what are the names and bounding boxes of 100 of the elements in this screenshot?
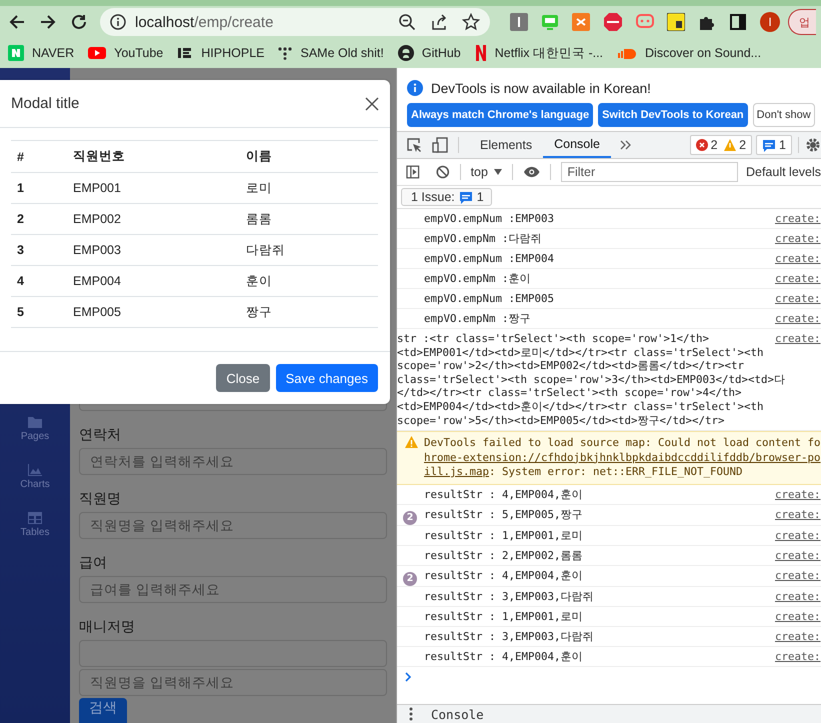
chat-bubble-icon xyxy=(636,13,654,31)
log-message: empVO.empNum :EMP004 xyxy=(424,252,554,265)
address-bar[interactable]: localhost/emp/create xyxy=(100,8,490,36)
source-link[interactable]: create: xyxy=(775,646,821,666)
log-message: resultStr : 4,EMP004,훈이 xyxy=(424,568,583,582)
source-link[interactable]: create: xyxy=(775,309,821,328)
drawer-tab[interactable]: Console xyxy=(431,706,484,722)
bookmark[interactable]: Discover on Sound... xyxy=(617,46,762,60)
table-cell: EMP001 xyxy=(67,172,240,204)
source-link[interactable]: create: xyxy=(775,606,821,626)
bookmark[interactable]: Netflix 대한민국 -... xyxy=(474,44,604,62)
panel-tab[interactable]: Console xyxy=(543,132,611,158)
filter-field[interactable]: Filter xyxy=(561,162,738,182)
profile-avatar[interactable]: I xyxy=(760,12,780,32)
context-selector[interactable]: top xyxy=(470,165,502,179)
levels-dropdown[interactable]: Default levels xyxy=(746,165,821,179)
dots-icon xyxy=(278,46,292,60)
table-cell: 4 xyxy=(11,266,67,296)
monitor-icon xyxy=(541,13,559,31)
share-icon xyxy=(430,13,448,31)
input-field[interactable]: 급여를 입력해주세요 xyxy=(79,576,387,603)
search-button[interactable]: 검색 xyxy=(79,698,127,723)
folder-icon xyxy=(28,416,42,428)
source-link[interactable]: create: xyxy=(775,289,821,308)
log-message: empVO.empNm :훈이 xyxy=(424,272,531,285)
table-cell: 롬롬 xyxy=(240,204,378,234)
prompt-icon xyxy=(405,672,413,682)
column-header: 이름 xyxy=(240,140,378,172)
source-link[interactable]: create: xyxy=(775,586,821,606)
issues-button[interactable]: 1 Issue: 1 xyxy=(401,188,492,206)
source-link[interactable]: create: xyxy=(775,249,821,268)
play-icon xyxy=(88,46,106,60)
inspect-icon[interactable] xyxy=(406,137,422,153)
more-tabs-icon xyxy=(618,139,633,151)
log-message: resultStr : 2,EMP002,롬롬 xyxy=(424,548,583,562)
source-link[interactable]: create: xyxy=(775,566,821,585)
table-cell: EMP002 xyxy=(67,204,240,234)
source-link[interactable]: create: xyxy=(775,269,821,288)
source-map-link[interactable]: ill.js.map xyxy=(424,465,490,478)
log-line: </td></tr><tr class='trSelect'><th scope='row'>4</th> xyxy=(397,386,742,400)
table-cell: EMP003 xyxy=(67,234,240,266)
error-icon xyxy=(696,139,708,151)
log-message: resultStr : 4,EMP004,훈이 xyxy=(424,650,583,663)
input-field[interactable]: 직원명을 입력해주세요 xyxy=(79,669,387,696)
table-cell: 짱구 xyxy=(240,296,378,328)
naver-icon xyxy=(8,45,24,61)
bookmark[interactable]: HIPHOPLE xyxy=(177,46,264,60)
table-cell: EMP005 xyxy=(67,296,240,328)
source-link[interactable]: create: xyxy=(775,332,821,346)
bookmark[interactable]: SAMe Old shit! xyxy=(278,46,384,60)
infobar-button[interactable]: Always match Chrome's language xyxy=(407,103,594,127)
source-link[interactable]: create: xyxy=(775,209,821,228)
sidebar-toggle-icon xyxy=(406,165,420,179)
source-link[interactable]: create: xyxy=(775,626,821,646)
table-cell: 1 xyxy=(11,172,67,204)
input-field[interactable]: 직원명을 입력해주세요 xyxy=(79,512,387,539)
infobar-button[interactable]: Don't show xyxy=(752,103,815,127)
close-button[interactable]: Close xyxy=(216,364,270,392)
source-link[interactable]: create: xyxy=(775,484,821,504)
source-link[interactable]: create: xyxy=(775,546,821,565)
star-icon xyxy=(462,13,480,31)
table-cell: 훈이 xyxy=(240,266,378,296)
message-counter[interactable]: 1 xyxy=(756,135,792,155)
close-icon[interactable] xyxy=(365,96,379,110)
field-label: 직원명 xyxy=(79,489,122,508)
repeat-count: 2 xyxy=(403,572,417,586)
area-chart-icon xyxy=(28,464,42,476)
caret-icon xyxy=(494,169,502,175)
input-field[interactable]: 연락처를 입력해주세요 xyxy=(79,448,387,475)
log-message: empVO.empNum :EMP003 xyxy=(424,212,554,225)
infobar-button[interactable]: Switch DevTools to Korean xyxy=(598,103,748,127)
repeat-count: 2 xyxy=(403,510,417,525)
warning-icon xyxy=(405,436,418,448)
save-button[interactable]: Save changes xyxy=(276,364,378,392)
log-message: empVO.empNm :다람쥐 xyxy=(424,232,542,245)
table-cell: 5 xyxy=(11,296,67,328)
reload-icon xyxy=(70,13,88,31)
table-icon xyxy=(28,512,42,524)
table-cell: 로미 xyxy=(240,172,378,204)
device-icon xyxy=(432,137,448,153)
source-link[interactable]: create: xyxy=(775,229,821,248)
bookmark[interactable]: YouTube xyxy=(88,46,164,60)
warning-message: DevTools failed to load source map: Could not load content fo hrome-extension://cfhdojbkjhnklbpkdaibdccddilifddb/browser-po ill.js.map: System error: net::ERR_FILE_NOT_FOUND xyxy=(424,436,821,480)
bookmark[interactable]: GitHub xyxy=(398,45,461,61)
source-link[interactable]: create: xyxy=(775,504,821,524)
log-message: resultStr : 1,EMP001,로미 xyxy=(424,610,583,623)
warning-icon xyxy=(724,139,736,151)
panel-tab[interactable]: Elements xyxy=(469,132,544,158)
column-header: # xyxy=(11,140,67,172)
issue-counter[interactable]: 2 2 xyxy=(690,135,752,155)
source-link[interactable]: create: xyxy=(775,526,821,545)
log-message: resultStr : 3,EMP003,다람쥐 xyxy=(424,590,594,603)
source-map-link[interactable]: hrome-extension://cfhdojbkjhnklbpkdaibdccddilifddb/browser-po xyxy=(424,450,821,464)
extension-icon xyxy=(572,13,590,31)
table-cell: EMP004 xyxy=(67,266,240,296)
log-line: <td>EMP001</td><td>로미</td></tr><tr class='trSelect'><th xyxy=(397,346,764,360)
update-button[interactable]: 업 xyxy=(788,9,816,35)
bookmark[interactable]: NAVER xyxy=(8,45,74,61)
eye-icon xyxy=(522,166,540,178)
log-message: empVO.empNum :EMP005 xyxy=(424,292,554,305)
